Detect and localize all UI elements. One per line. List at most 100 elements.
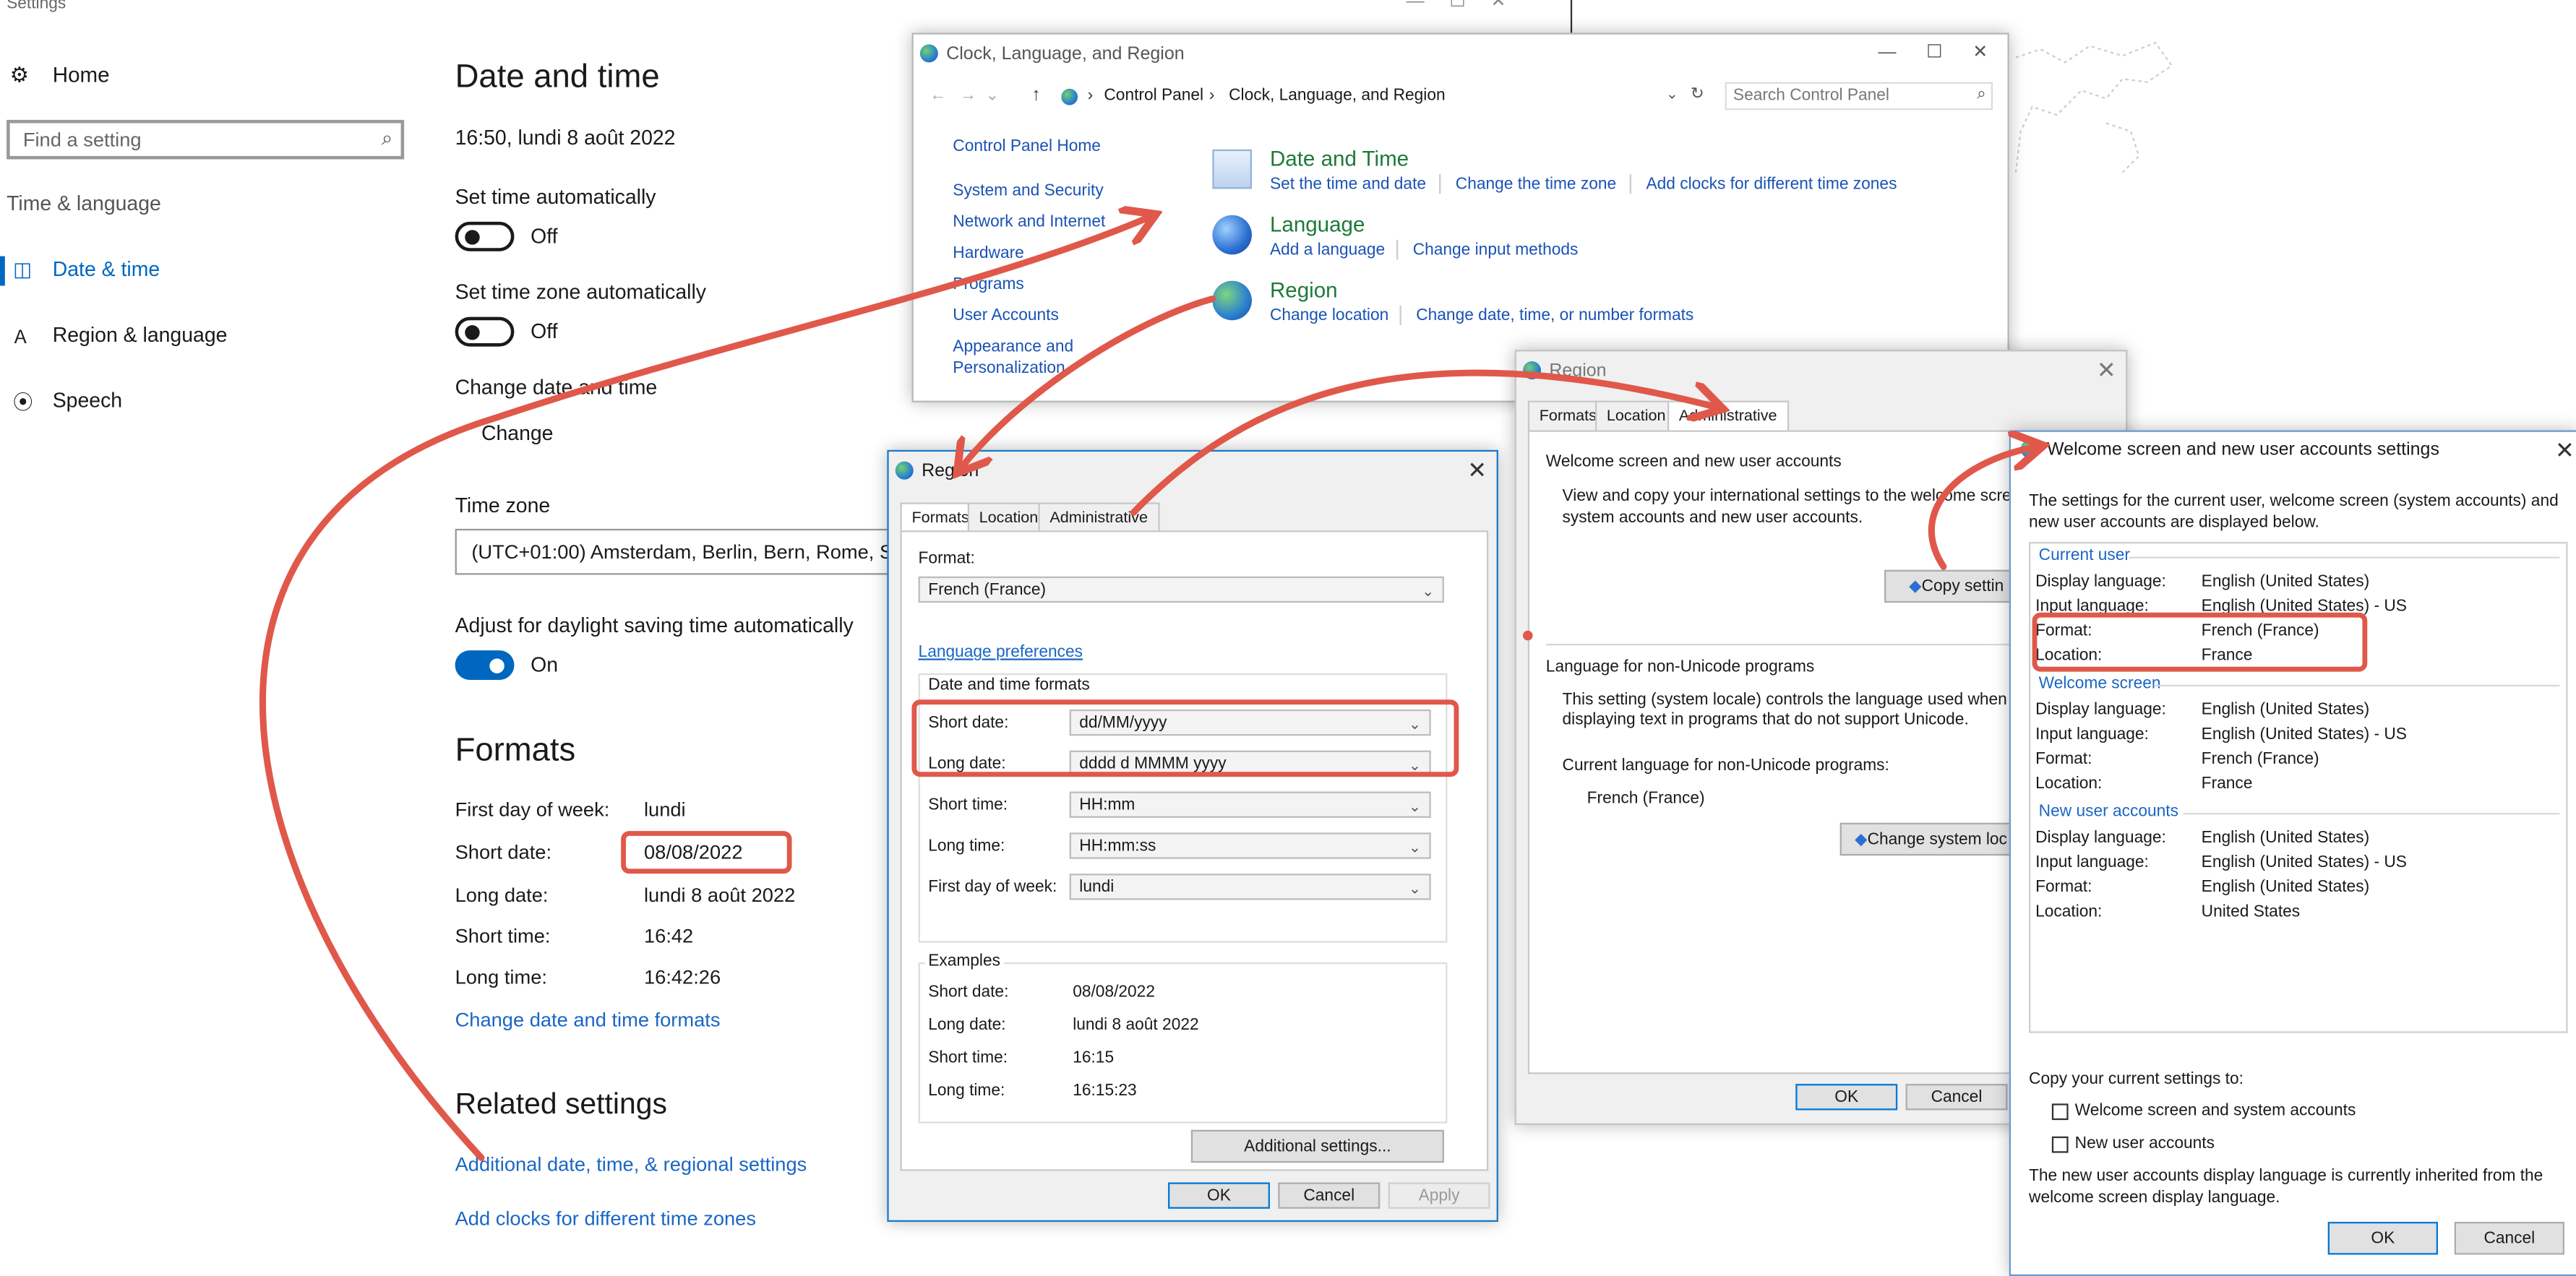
example-label: Short date: — [928, 983, 1009, 1002]
address-bar[interactable]: › Control Panel › Clock, Language, and R… — [1058, 82, 1715, 111]
breadcrumb-control-panel[interactable]: Control Panel — [1104, 87, 1203, 105]
long-time-label: Long time: — [928, 837, 1005, 856]
search-input[interactable]: Find a setting — [23, 128, 142, 151]
change-time-zone-link[interactable]: Change the time zone — [1456, 176, 1616, 194]
address-dropdown-icon[interactable]: ⌄ — [1666, 85, 1678, 103]
change-formats-cp-link[interactable]: Change date, time, or number formats — [1416, 307, 1693, 325]
link-separator — [1396, 239, 1399, 260]
time-zone-select[interactable]: (UTC+01:00) Amsterdam, Berlin, Bern, Rom… — [455, 528, 896, 575]
add-clocks-link[interactable]: Add clocks for different time zones — [455, 1207, 756, 1230]
inherit-note: welcome screen display language. — [2029, 1189, 2280, 1207]
cp-nav-hardware[interactable]: Hardware — [953, 245, 1024, 263]
breadcrumb-clock-language-region[interactable]: Clock, Language, and Region — [1229, 87, 1445, 105]
close-icon[interactable]: ✕ — [1467, 457, 1487, 485]
settings-window-controls[interactable]: — ☐ ✕ — [1407, 0, 1506, 12]
breadcrumb-sep: › — [1087, 87, 1094, 105]
add-clocks-cp-link[interactable]: Add clocks for different time zones — [1646, 176, 1897, 194]
tab-administrative[interactable]: Administrative — [1038, 502, 1159, 533]
row-label: Format: — [2035, 750, 2092, 769]
search-box[interactable]: Find a setting ⌕ — [7, 119, 405, 160]
examples-title: Examples — [924, 952, 1004, 971]
set-time-auto-toggle[interactable] — [455, 221, 515, 251]
search-icon[interactable]: ⌕ — [1977, 85, 1986, 103]
ok-button[interactable]: OK — [1168, 1182, 1270, 1209]
row-value: English (United States) — [2201, 573, 2370, 592]
cancel-button[interactable]: Cancel — [1278, 1182, 1381, 1209]
cp-nav-network[interactable]: Network and Internet — [953, 213, 1105, 231]
up-arrow-icon[interactable]: ↑ — [1031, 85, 1041, 105]
cp-nav-personalization[interactable]: Personalization — [953, 360, 1065, 378]
related-settings-title: Related settings — [455, 1087, 667, 1121]
link-separator — [1629, 173, 1631, 194]
close-icon[interactable]: ✕ — [2097, 356, 2116, 384]
back-arrow-icon[interactable]: ← → ⌄ — [929, 87, 999, 105]
cancel-button[interactable]: Cancel — [2454, 1222, 2564, 1255]
set-tz-auto-state: Off — [531, 320, 558, 344]
tab-location[interactable]: Location — [967, 502, 1050, 533]
welcome-intro: The settings for the current user, welco… — [2029, 492, 2559, 511]
cp-search-input[interactable]: Search Control Panel — [1733, 87, 1889, 105]
welcome-group-title: Welcome screen and new user accounts — [1545, 453, 1842, 472]
apply-button[interactable]: Apply — [1388, 1182, 1490, 1209]
change-input-methods-link[interactable]: Change input methods — [1413, 241, 1579, 259]
change-system-locale-label: Change system loc — [1867, 831, 2007, 850]
row-value: English (United States) - US — [2201, 725, 2407, 744]
change-location-link[interactable]: Change location — [1270, 307, 1388, 325]
cp-nav-programs[interactable]: Programs — [953, 276, 1024, 294]
ok-button[interactable]: OK — [2327, 1222, 2438, 1255]
set-tz-auto-toggle[interactable] — [455, 316, 515, 347]
cancel-button[interactable]: Cancel — [1905, 1084, 2008, 1111]
annotation-highlight — [2032, 612, 2368, 672]
ok-button[interactable]: OK — [1795, 1084, 1898, 1111]
divider — [2153, 684, 2560, 687]
cp-window-controls[interactable]: — ☐ ✕ — [1878, 41, 1988, 62]
welcome-title: Welcome screen and new user accounts set… — [2047, 440, 2439, 460]
first-day-label: First day of week: — [928, 879, 1057, 897]
time-zone-value: (UTC+01:00) Amsterdam, Berlin, Bern, Rom… — [471, 540, 896, 564]
cp-nav-system-security[interactable]: System and Security — [953, 182, 1103, 200]
chevron-down-icon: ⌄ — [1408, 798, 1422, 815]
fmt-label: Short date: — [455, 840, 552, 864]
dst-toggle[interactable] — [455, 650, 515, 680]
tab-location[interactable]: Location — [1594, 400, 1678, 431]
short-time-select[interactable]: HH:mm ⌄ — [1069, 791, 1431, 818]
change-formats-link[interactable]: Change date and time formats — [455, 1009, 721, 1032]
row-value: English (United States) — [2201, 829, 2370, 848]
nav-home[interactable]: Home — [53, 62, 110, 87]
current-nonunicode-value: French (France) — [1587, 790, 1705, 809]
welcome-screen-checkbox[interactable] — [2051, 1103, 2069, 1121]
section-current-user: Current user — [2038, 546, 2130, 565]
nav-speech[interactable]: Speech — [53, 389, 122, 413]
cat-date-time-title[interactable]: Date and Time — [1270, 146, 1409, 171]
tab-administrative[interactable]: Administrative — [1667, 400, 1789, 434]
set-time-date-link[interactable]: Set the time and date — [1270, 176, 1426, 194]
change-datetime-button[interactable]: Change — [481, 422, 554, 445]
nav-region-language[interactable]: Region & language — [53, 324, 228, 347]
cp-nav-user-accounts[interactable]: User Accounts — [953, 307, 1059, 325]
settings-window-title: Settings — [7, 0, 66, 14]
cp-search-box[interactable]: Search Control Panel ⌕ — [1725, 82, 1993, 111]
close-icon[interactable]: ✕ — [2555, 437, 2575, 465]
add-language-link[interactable]: Add a language — [1270, 241, 1385, 259]
cp-nav-home[interactable]: Control Panel Home — [953, 138, 1101, 156]
link-separator — [1399, 305, 1401, 326]
language-preferences-link[interactable]: Language preferences — [919, 644, 1083, 662]
cat-language-title[interactable]: Language — [1270, 212, 1365, 236]
additional-regional-link[interactable]: Additional date, time, & regional settin… — [455, 1153, 807, 1176]
long-time-select[interactable]: HH:mm:ss ⌄ — [1069, 832, 1431, 859]
additional-settings-button[interactable]: Additional settings... — [1190, 1129, 1444, 1163]
composite-screenshot: Settings — ☐ ✕ ⚙ Home Find a setting ⌕ T… — [0, 0, 2576, 1276]
cp-nav-appearance[interactable]: Appearance and — [953, 338, 1073, 356]
fmt-value: lundi — [643, 798, 686, 822]
refresh-icon[interactable]: ↻ — [1691, 85, 1704, 103]
new-user-accounts-checkbox[interactable] — [2051, 1136, 2069, 1153]
first-day-select[interactable]: lundi ⌄ — [1069, 874, 1431, 900]
nav-date-time[interactable]: Date & time — [53, 258, 160, 281]
row-label: Input language: — [2035, 725, 2149, 744]
row-label: Format: — [2035, 879, 2092, 897]
cat-region-title[interactable]: Region — [1270, 277, 1338, 302]
fmt-label: Long date: — [455, 883, 549, 907]
format-select[interactable]: French (France) ⌄ — [918, 576, 1444, 603]
shield-icon: ◆ — [1855, 831, 1868, 850]
search-icon[interactable]: ⌕ — [382, 126, 392, 151]
